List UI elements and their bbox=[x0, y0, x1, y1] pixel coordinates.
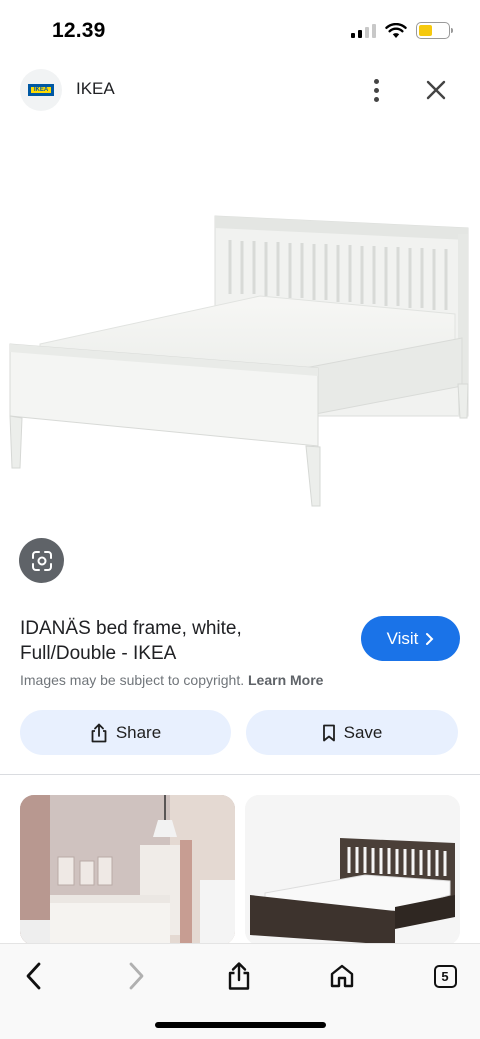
back-icon bbox=[26, 962, 41, 990]
divider bbox=[0, 774, 480, 775]
tabs-button[interactable]: 5 bbox=[423, 954, 467, 998]
home-icon bbox=[330, 964, 354, 988]
save-label: Save bbox=[343, 722, 383, 742]
status-bar: 12.39 bbox=[0, 0, 480, 64]
close-button[interactable] bbox=[420, 74, 452, 106]
learn-more-link[interactable]: Learn More bbox=[248, 672, 323, 688]
toolbar-share-button[interactable] bbox=[217, 954, 261, 998]
back-button[interactable] bbox=[12, 954, 56, 998]
home-indicator bbox=[155, 1022, 326, 1028]
site-logo[interactable]: IKEA bbox=[20, 69, 62, 111]
ikea-logo-icon: IKEA bbox=[28, 84, 54, 96]
related-image-dark-bed[interactable] bbox=[245, 795, 460, 945]
related-image-bedroom[interactable] bbox=[20, 795, 235, 945]
site-header: IKEA IKEA bbox=[0, 64, 480, 116]
wifi-icon bbox=[385, 22, 407, 38]
share-icon bbox=[228, 962, 250, 990]
signal-icon bbox=[351, 23, 376, 38]
forward-button[interactable] bbox=[114, 954, 158, 998]
lens-icon bbox=[31, 550, 52, 571]
share-icon bbox=[91, 723, 107, 742]
more-vert-icon[interactable] bbox=[362, 74, 390, 106]
share-label: Share bbox=[115, 722, 162, 742]
save-button[interactable]: Save bbox=[246, 710, 458, 755]
site-name[interactable]: IKEA bbox=[76, 79, 115, 99]
battery-icon bbox=[416, 22, 453, 39]
visit-button[interactable]: Visit bbox=[361, 616, 460, 661]
chevron-right-icon bbox=[426, 632, 434, 645]
product-image[interactable] bbox=[0, 116, 480, 596]
status-icons bbox=[351, 22, 453, 39]
home-button[interactable] bbox=[320, 954, 364, 998]
status-time: 12.39 bbox=[52, 19, 106, 42]
copyright-notice: Images may be subject to copyright. Lear… bbox=[20, 672, 324, 688]
share-button[interactable]: Share bbox=[20, 710, 231, 755]
tabs-icon: 5 bbox=[433, 964, 457, 988]
visit-label: Visit bbox=[386, 628, 419, 648]
bookmark-icon bbox=[322, 724, 335, 741]
lens-search-button[interactable] bbox=[19, 538, 64, 583]
forward-icon bbox=[129, 962, 144, 990]
product-title[interactable]: IDANÄS bed frame, white, Full/Double - I… bbox=[20, 616, 340, 666]
close-icon bbox=[426, 80, 446, 100]
